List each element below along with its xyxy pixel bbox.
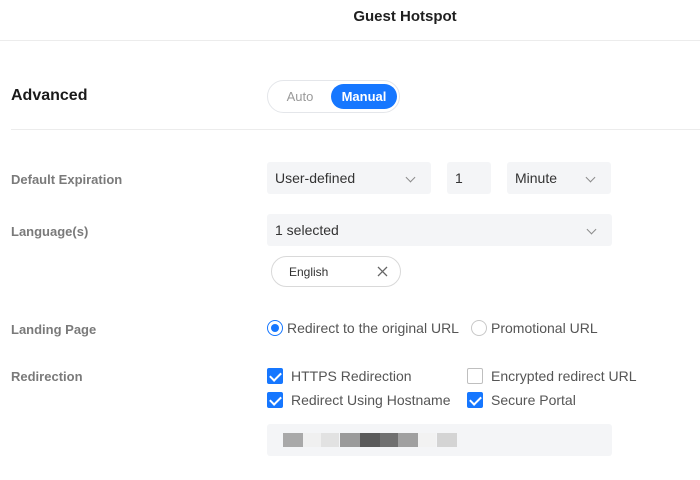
redacted-block bbox=[340, 433, 360, 447]
radio-redirect-original-url[interactable] bbox=[267, 320, 283, 336]
redacted-block bbox=[398, 433, 418, 447]
languages-label: Language(s) bbox=[11, 224, 89, 239]
checkbox-redirect-using-hostname[interactable] bbox=[267, 392, 283, 408]
landing-page-label: Landing Page bbox=[11, 322, 97, 337]
radio-promotional-url[interactable] bbox=[471, 320, 487, 336]
close-icon[interactable] bbox=[374, 263, 391, 280]
checkbox-label-secure-portal: Secure Portal bbox=[491, 392, 576, 408]
mode-option-auto[interactable]: Auto bbox=[272, 84, 328, 109]
chevron-down-icon bbox=[586, 224, 597, 235]
redacted-block bbox=[283, 433, 303, 447]
mode-option-manual[interactable]: Manual bbox=[331, 84, 397, 109]
radio-label-promotional-url: Promotional URL bbox=[491, 320, 598, 336]
checkbox-label-encrypted-redirect-url: Encrypted redirect URL bbox=[491, 368, 637, 384]
expiration-unit-value: Minute bbox=[515, 170, 558, 186]
default-expiration-label: Default Expiration bbox=[11, 172, 123, 187]
checkbox-secure-portal[interactable] bbox=[467, 392, 483, 408]
section-divider bbox=[11, 129, 700, 130]
expiration-amount-input[interactable] bbox=[447, 162, 491, 194]
redacted-block bbox=[418, 433, 436, 447]
redirect-url-field[interactable] bbox=[267, 424, 612, 456]
checkbox-https-redirection[interactable] bbox=[267, 368, 283, 384]
languages-select-value: 1 selected bbox=[275, 222, 339, 238]
mode-toggle: Auto Manual bbox=[267, 80, 400, 113]
checkbox-encrypted-redirect-url[interactable] bbox=[467, 368, 483, 384]
radio-label-redirect-original-url: Redirect to the original URL bbox=[287, 320, 459, 336]
redirection-label: Redirection bbox=[11, 369, 83, 384]
expiration-type-value: User-defined bbox=[275, 170, 356, 186]
redacted-block bbox=[321, 433, 339, 447]
page-header: Guest Hotspot bbox=[0, 0, 700, 41]
expiration-unit-select[interactable]: Minute bbox=[507, 162, 611, 194]
redacted-block bbox=[437, 433, 457, 447]
languages-select[interactable]: 1 selected bbox=[267, 214, 612, 246]
chevron-down-icon bbox=[405, 172, 416, 183]
chevron-down-icon bbox=[585, 172, 596, 183]
checkbox-label-https-redirection: HTTPS Redirection bbox=[291, 368, 412, 384]
language-tag-english: English bbox=[271, 256, 401, 287]
page-title: Guest Hotspot bbox=[353, 8, 457, 25]
expiration-type-select[interactable]: User-defined bbox=[267, 162, 431, 194]
language-tag-label: English bbox=[289, 265, 329, 279]
section-title-advanced: Advanced bbox=[11, 87, 88, 104]
redacted-block bbox=[303, 433, 321, 447]
redacted-block bbox=[360, 433, 380, 447]
checkbox-label-redirect-using-hostname: Redirect Using Hostname bbox=[291, 392, 451, 408]
redacted-block bbox=[380, 433, 398, 447]
